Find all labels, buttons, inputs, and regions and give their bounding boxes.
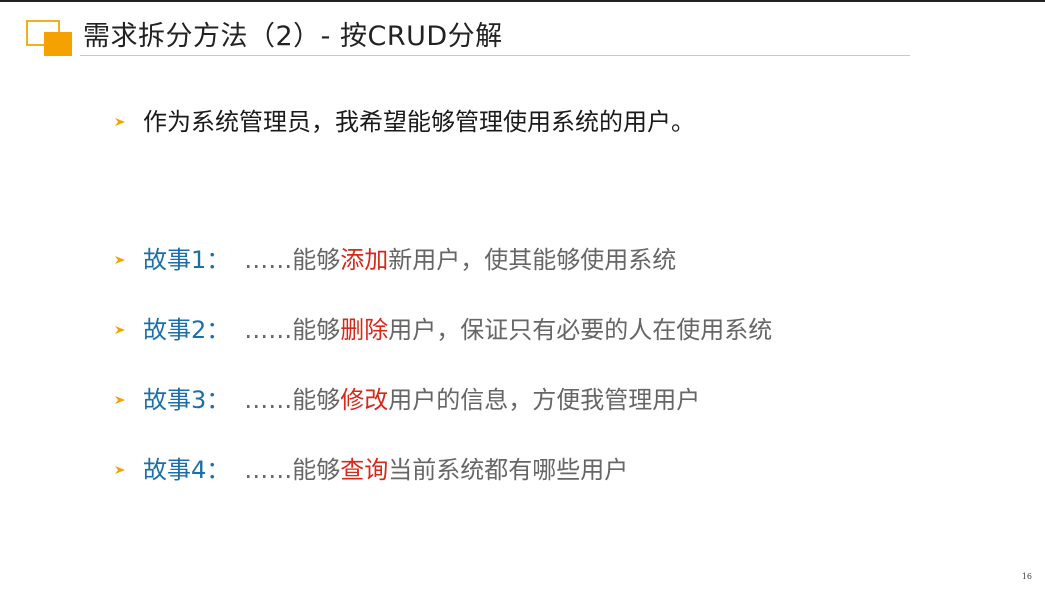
story-item: 故事3： ……能够修改用户的信息，方便我管理用户	[113, 383, 700, 417]
story-prefix: ……能够	[244, 386, 341, 414]
story-label: 故事3：	[143, 386, 231, 414]
story-label: 故事4：	[143, 456, 231, 484]
arrow-bullet-icon	[115, 396, 125, 404]
orange-square-logo-icon	[26, 20, 74, 58]
story-suffix: 新用户，使其能够使用系统	[388, 246, 677, 274]
arrow-bullet-icon	[115, 466, 125, 474]
story-text: ……能够查询当前系统都有哪些用户	[244, 453, 628, 487]
slide-title: 需求拆分方法（2）- 按CRUD分解	[83, 21, 503, 52]
story-highlight: 添加	[340, 246, 389, 274]
intro-text: 作为系统管理员，我希望能够管理使用系统的用户。	[143, 108, 695, 136]
story-suffix: 用户的信息，方便我管理用户	[388, 386, 701, 414]
story-highlight: 修改	[340, 386, 389, 414]
slide: 需求拆分方法（2）- 按CRUD分解 作为系统管理员，我希望能够管理使用系统的用…	[0, 0, 1045, 589]
story-suffix: 当前系统都有哪些用户	[388, 456, 629, 484]
arrow-bullet-icon	[115, 118, 125, 126]
story-label: 故事2：	[143, 316, 231, 344]
story-text: ……能够修改用户的信息，方便我管理用户	[244, 383, 700, 417]
story-text: ……能够删除用户，保证只有必要的人在使用系统	[244, 313, 772, 347]
story-label: 故事1：	[143, 246, 231, 274]
story-item: 故事4： ……能够查询当前系统都有哪些用户	[113, 453, 628, 487]
story-highlight: 查询	[340, 456, 389, 484]
story-prefix: ……能够	[244, 456, 341, 484]
title-divider	[80, 55, 910, 56]
arrow-bullet-icon	[115, 326, 125, 334]
story-prefix: ……能够	[244, 246, 341, 274]
intro-bullet: 作为系统管理员，我希望能够管理使用系统的用户。	[113, 105, 695, 139]
story-suffix: 用户，保证只有必要的人在使用系统	[388, 316, 773, 344]
story-text: ……能够添加新用户，使其能够使用系统	[244, 243, 676, 277]
top-border	[0, 0, 1045, 2]
story-item: 故事2： ……能够删除用户，保证只有必要的人在使用系统	[113, 313, 772, 347]
arrow-bullet-icon	[115, 256, 125, 264]
story-prefix: ……能够	[244, 316, 341, 344]
page-number: 16	[1021, 572, 1032, 581]
story-highlight: 删除	[340, 316, 389, 344]
story-item: 故事1： ……能够添加新用户，使其能够使用系统	[113, 243, 676, 277]
